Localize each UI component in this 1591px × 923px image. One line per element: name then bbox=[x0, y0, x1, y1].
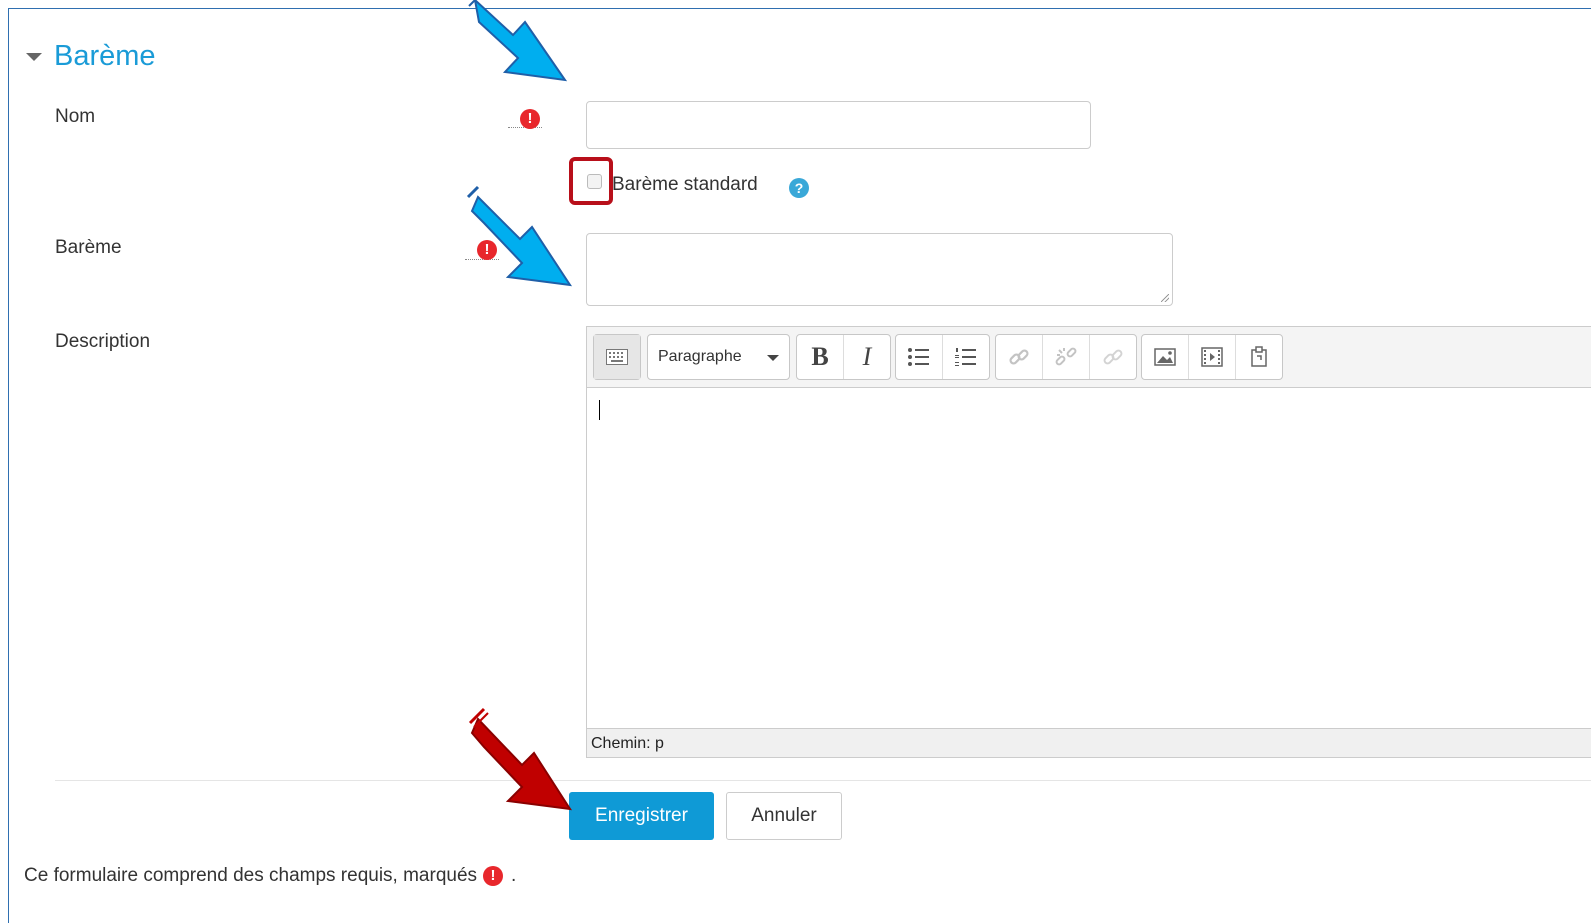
editor-path: Chemin: p bbox=[587, 728, 1591, 757]
toolbar-group-links bbox=[995, 334, 1137, 380]
nom-input[interactable] bbox=[586, 101, 1091, 149]
toolbar-group-insert bbox=[1141, 334, 1283, 380]
media-icon[interactable] bbox=[1189, 335, 1236, 379]
section-title: Barème bbox=[54, 40, 156, 72]
italic-icon[interactable]: I bbox=[844, 335, 890, 379]
toolbar-group-toggle bbox=[593, 334, 641, 380]
toolbar-group-style: B I bbox=[796, 334, 891, 380]
required-icon: ! bbox=[520, 109, 540, 129]
required-note-period: . bbox=[511, 865, 517, 886]
annotation-arrow-blue bbox=[466, 185, 573, 287]
annotation-arrow-blue bbox=[468, 0, 568, 82]
save-button[interactable]: Enregistrer bbox=[569, 792, 714, 840]
text-cursor bbox=[599, 400, 600, 420]
unlink-icon[interactable] bbox=[1043, 335, 1090, 379]
bareme-textarea[interactable] bbox=[586, 233, 1173, 306]
image-icon[interactable] bbox=[1142, 335, 1189, 379]
form-divider bbox=[55, 780, 1591, 781]
link-icon[interactable] bbox=[996, 335, 1043, 379]
required-icon: ! bbox=[483, 866, 504, 886]
bareme-label: Barème bbox=[55, 237, 122, 258]
required-fields-note: Ce formulaire comprend des champs requis… bbox=[24, 865, 516, 887]
format-select[interactable]: Paragraphe bbox=[647, 334, 790, 380]
anchor-icon[interactable] bbox=[1090, 335, 1136, 379]
chevron-down-icon bbox=[767, 355, 779, 361]
ordered-list-icon[interactable] bbox=[943, 335, 989, 379]
editor-toolbar: Paragraphe B I bbox=[587, 327, 1591, 388]
editor-content[interactable] bbox=[587, 388, 1591, 728]
cancel-button[interactable]: Annuler bbox=[726, 792, 842, 840]
help-icon[interactable]: ? bbox=[789, 178, 809, 198]
resize-grip-icon[interactable] bbox=[1161, 294, 1169, 302]
toggle-toolbar-icon[interactable] bbox=[594, 335, 640, 379]
toolbar-group-lists bbox=[895, 334, 990, 380]
description-editor: Paragraphe B I Chemin: p bbox=[586, 326, 1591, 758]
nom-label: Nom bbox=[55, 106, 96, 127]
manage-files-icon[interactable] bbox=[1236, 335, 1282, 379]
collapse-caret-icon[interactable] bbox=[26, 52, 42, 61]
annotation-arrow-red bbox=[468, 707, 573, 811]
description-label: Description bbox=[55, 331, 151, 352]
format-select-value: Paragraphe bbox=[658, 348, 742, 365]
required-note-text: Ce formulaire comprend des champs requis… bbox=[24, 865, 478, 886]
section-header[interactable]: Barème bbox=[26, 40, 156, 73]
bareme-standard-label[interactable]: Barème standard bbox=[612, 174, 758, 196]
unordered-list-icon[interactable] bbox=[896, 335, 943, 379]
bold-icon[interactable]: B bbox=[797, 335, 844, 379]
